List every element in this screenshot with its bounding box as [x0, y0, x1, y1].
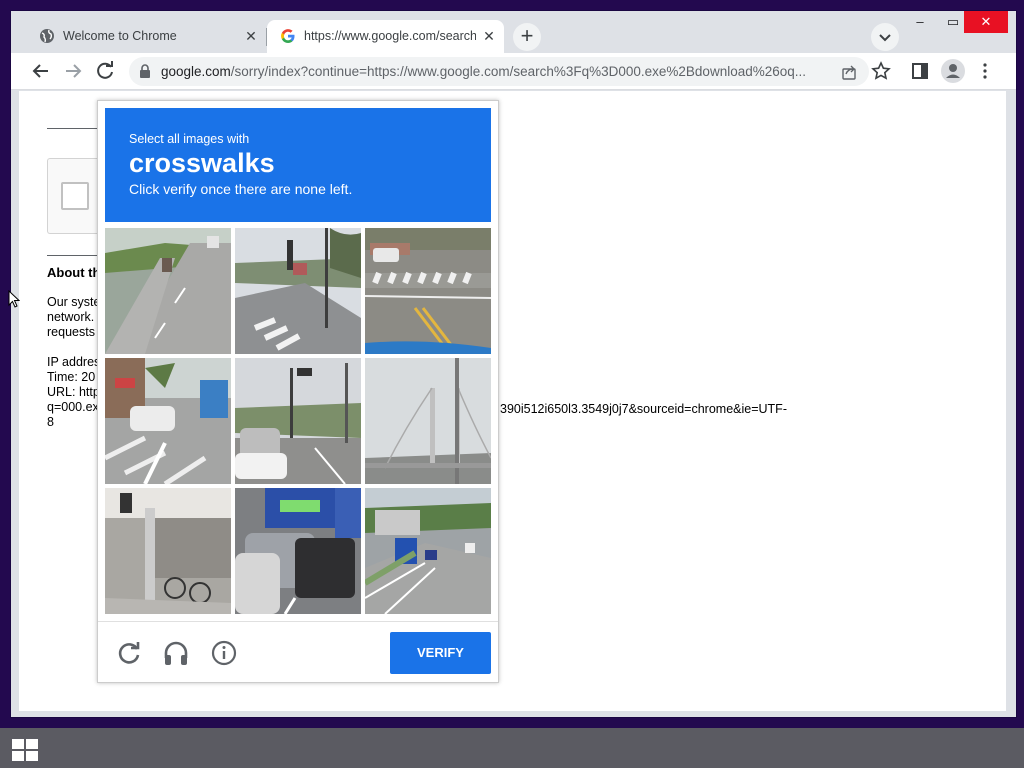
address-url[interactable]: google.com/sorry/index?continue=https://… — [161, 64, 829, 79]
captcha-tile[interactable] — [105, 358, 231, 484]
tab-close-icon[interactable]: ✕ — [480, 27, 498, 45]
tab-search[interactable]: https://www.google.com/search?q=000.exe … — [267, 20, 504, 53]
tab-strip: Welcome to Chrome ✕ https://www.google.c… — [11, 11, 1016, 53]
profile-icon[interactable] — [940, 58, 966, 84]
forward-arrow-icon[interactable] — [61, 59, 85, 83]
tab-close-icon[interactable]: ✕ — [242, 27, 260, 45]
tab-title: https://www.google.com/search?q=000.exe — [304, 29, 476, 43]
address-path: /sorry/index?continue=https://www.google… — [230, 64, 807, 79]
globe-icon — [40, 29, 54, 43]
address-bar[interactable]: google.com/sorry/index?continue=https://… — [129, 57, 869, 86]
kebab-menu-icon[interactable] — [973, 59, 997, 83]
lock-icon[interactable] — [139, 64, 151, 78]
captcha-tile[interactable] — [105, 488, 231, 614]
para-line: network. — [47, 310, 95, 324]
about-heading: About th — [47, 265, 101, 280]
para-line: 8 — [47, 415, 54, 429]
para-line: q=000.ex — [47, 400, 99, 414]
captcha-challenge: Select all images with crosswalks Click … — [97, 100, 499, 683]
star-icon[interactable] — [869, 59, 893, 83]
tab-search-button[interactable] — [871, 23, 899, 51]
share-icon[interactable] — [841, 64, 857, 80]
windows-start-icon[interactable] — [10, 737, 40, 761]
para-line: Our syste — [47, 295, 101, 309]
captcha-target: crosswalks — [129, 148, 275, 178]
captcha-instruction: Select all images with — [129, 132, 250, 146]
para-line: Time: 20 — [47, 370, 96, 384]
mouse-cursor-icon — [8, 290, 20, 308]
captcha-tile[interactable] — [235, 358, 361, 484]
toolbar: google.com/sorry/index?continue=https://… — [11, 53, 1016, 90]
reload-icon[interactable] — [93, 59, 117, 83]
captcha-tile[interactable] — [105, 228, 231, 354]
refresh-icon[interactable] — [116, 640, 142, 666]
captcha-tile[interactable] — [235, 228, 361, 354]
sidepanel-icon[interactable] — [908, 59, 932, 83]
captcha-image-grid — [105, 228, 493, 616]
google-g-icon — [281, 29, 295, 43]
captcha-tile[interactable] — [365, 358, 491, 484]
captcha-header: Select all images with crosswalks Click … — [105, 108, 491, 222]
captcha-footer: VERIFY — [98, 621, 498, 683]
new-tab-button[interactable]: + — [513, 23, 541, 51]
headphones-icon[interactable] — [163, 640, 189, 666]
address-host: google.com — [161, 64, 231, 79]
back-arrow-icon[interactable] — [29, 59, 53, 83]
url-text-tail: 390i512i650l3.3549j0j7&sourceid=chrome&i… — [500, 402, 787, 416]
tab-title: Welcome to Chrome — [63, 29, 177, 43]
tab-welcome[interactable]: Welcome to Chrome ✕ — [26, 20, 267, 53]
taskbar — [0, 728, 1024, 768]
recaptcha-checkbox[interactable] — [61, 182, 89, 210]
captcha-tile[interactable] — [235, 488, 361, 614]
captcha-subinstruction: Click verify once there are none left. — [129, 181, 353, 197]
captcha-tile[interactable] — [365, 488, 491, 614]
para-line: IP addres — [47, 355, 101, 369]
close-window-button[interactable]: ✕ — [964, 11, 1008, 33]
captcha-tile[interactable] — [365, 228, 491, 354]
para-line: URL: http — [47, 385, 100, 399]
info-icon[interactable] — [211, 640, 237, 666]
verify-button[interactable]: VERIFY — [390, 632, 491, 674]
para-line: requests — [47, 325, 95, 339]
chevron-down-icon — [879, 34, 891, 42]
